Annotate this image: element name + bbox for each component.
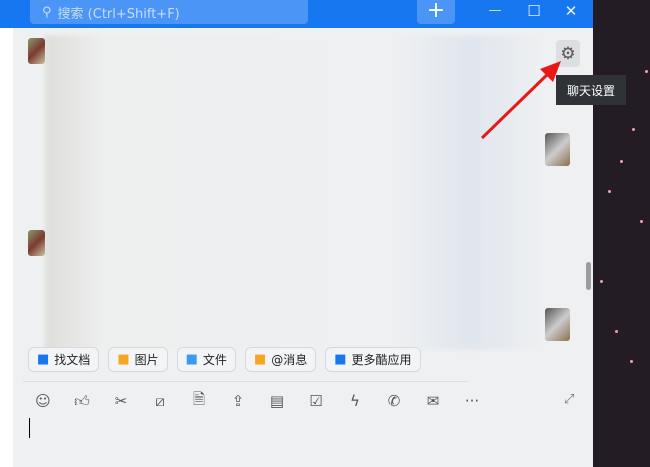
red-arrow-annotation bbox=[480, 61, 561, 140]
